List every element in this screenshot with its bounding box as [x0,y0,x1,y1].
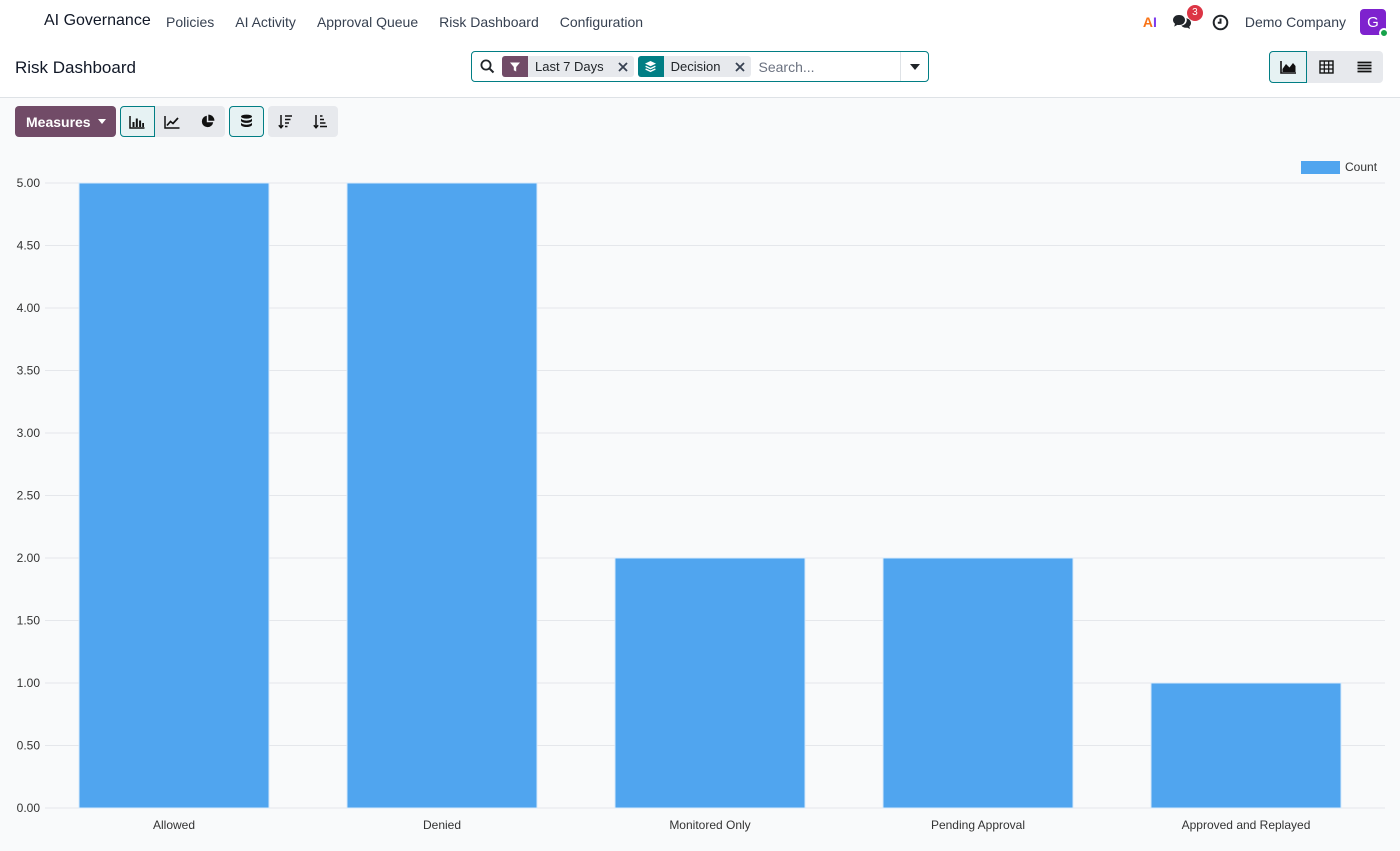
x-tick-label: Monitored Only [669,818,750,832]
y-tick-label: 4.00 [17,301,41,315]
ai-logo-i: I [1152,14,1157,30]
y-tick-label: 2.50 [17,489,41,503]
search-options-toggle[interactable] [900,52,928,81]
facet-groupby-remove-button[interactable] [729,56,751,77]
bar[interactable] [1150,682,1342,809]
area-chart-icon [1279,61,1296,74]
search-bar: Last 7 Days Decision [471,51,929,82]
y-tick-label: 5.00 [17,176,41,190]
x-tick-label: Denied [423,818,461,832]
bar-chart: 0.00 0.50 1.00 1.50 2.00 2.50 3.00 3.50 4.00 4.50… [17,176,1385,832]
facet-groupby-label: Decision [670,59,721,74]
messages-badge: 3 [1186,5,1203,21]
y-tick-label: 1.50 [17,614,41,628]
app-name[interactable]: AI Governance [44,12,151,30]
search-icon[interactable] [472,52,502,81]
close-icon [618,61,628,72]
y-tick-label: 3.50 [17,364,41,378]
facet-filter-label: Last 7 Days [535,59,604,74]
stacked-toggle-button[interactable] [228,106,264,137]
line-chart-icon [164,115,180,129]
y-tick-label: 0.50 [17,739,41,753]
list-icon [1357,61,1371,73]
legend-swatch [1301,160,1340,174]
pie-chart-button[interactable] [189,106,225,137]
facet-groupby: Decision [637,56,751,77]
company-switcher[interactable]: Demo Company [1245,14,1346,30]
activity-menu[interactable] [1211,12,1231,32]
measures-label: Measures [26,113,91,130]
menu-item-approval-queue[interactable]: Approval Queue [317,14,418,30]
line-chart-button[interactable] [154,106,190,137]
facet-filter: Last 7 Days [502,56,634,77]
sort-descending-icon [277,115,292,129]
avatar-initial: G [1367,13,1379,31]
facet-filter-remove-button[interactable] [612,56,634,77]
bar[interactable] [78,182,270,809]
menu-item-ai-activity[interactable]: AI Activity [235,14,296,30]
sort-group [267,106,338,137]
bar[interactable] [882,557,1074,809]
close-icon [734,61,745,72]
y-tick-label: 1.00 [17,676,41,690]
online-status-icon [1379,28,1389,38]
x-tick-label: Allowed [153,818,195,832]
menu-item-policies[interactable]: Policies [166,14,214,30]
ai-assistant-icon[interactable]: AI [1143,14,1157,30]
sort-ascending-button[interactable] [302,106,338,137]
x-tick-label: Approved and Replayed [1182,818,1311,832]
filter-icon [502,56,528,77]
page-title: Risk Dashboard [15,58,136,77]
sort-descending-button[interactable] [267,106,303,137]
sort-ascending-icon [312,115,327,129]
pivot-view-button[interactable] [1307,51,1345,83]
pie-chart-icon [201,114,214,128]
graph-view-button[interactable] [1269,51,1307,83]
bar[interactable] [346,182,538,809]
database-icon [240,114,252,127]
clock-icon [1213,14,1229,30]
stacked-group [228,106,264,137]
legend-label: Count [1345,160,1378,174]
search-input[interactable] [754,53,910,80]
caret-down-icon [97,119,106,124]
layers-icon [637,56,664,77]
caret-down-icon [909,63,920,70]
chart-legend[interactable]: Count [1301,160,1377,174]
ai-logo-a: A [1142,14,1153,30]
y-tick-label: 4.50 [17,239,41,253]
user-avatar[interactable]: G [1360,9,1389,38]
table-grid-icon [1318,60,1334,74]
list-view-button[interactable] [1345,51,1383,83]
main-navbar: AI Governance Policies AI Activity Appro… [0,0,1400,44]
y-tick-label: 0.00 [17,801,41,815]
y-tick-label: 2.00 [17,551,41,565]
x-tick-label: Pending Approval [931,818,1025,832]
bar-chart-icon [129,115,145,129]
menu-item-configuration[interactable]: Configuration [560,14,643,30]
chart-type-group [119,106,225,137]
main-menu: Policies AI Activity Approval Queue Risk… [166,0,664,44]
messaging-menu[interactable]: 3 [1171,5,1203,33]
measures-dropdown-button[interactable]: Measures [15,106,116,137]
view-switcher [1269,51,1383,83]
bar-chart-button[interactable] [119,106,155,137]
graph-toolbar: Measures [15,106,342,137]
y-tick-label: 3.00 [17,426,41,440]
bar[interactable] [614,557,806,809]
control-panel: Risk Dashboard Last 7 Days Decision Sear… [0,44,1400,98]
menu-item-risk-dashboard[interactable]: Risk Dashboard [439,14,539,30]
systray: AI 3 Demo Company G [1143,0,1389,44]
